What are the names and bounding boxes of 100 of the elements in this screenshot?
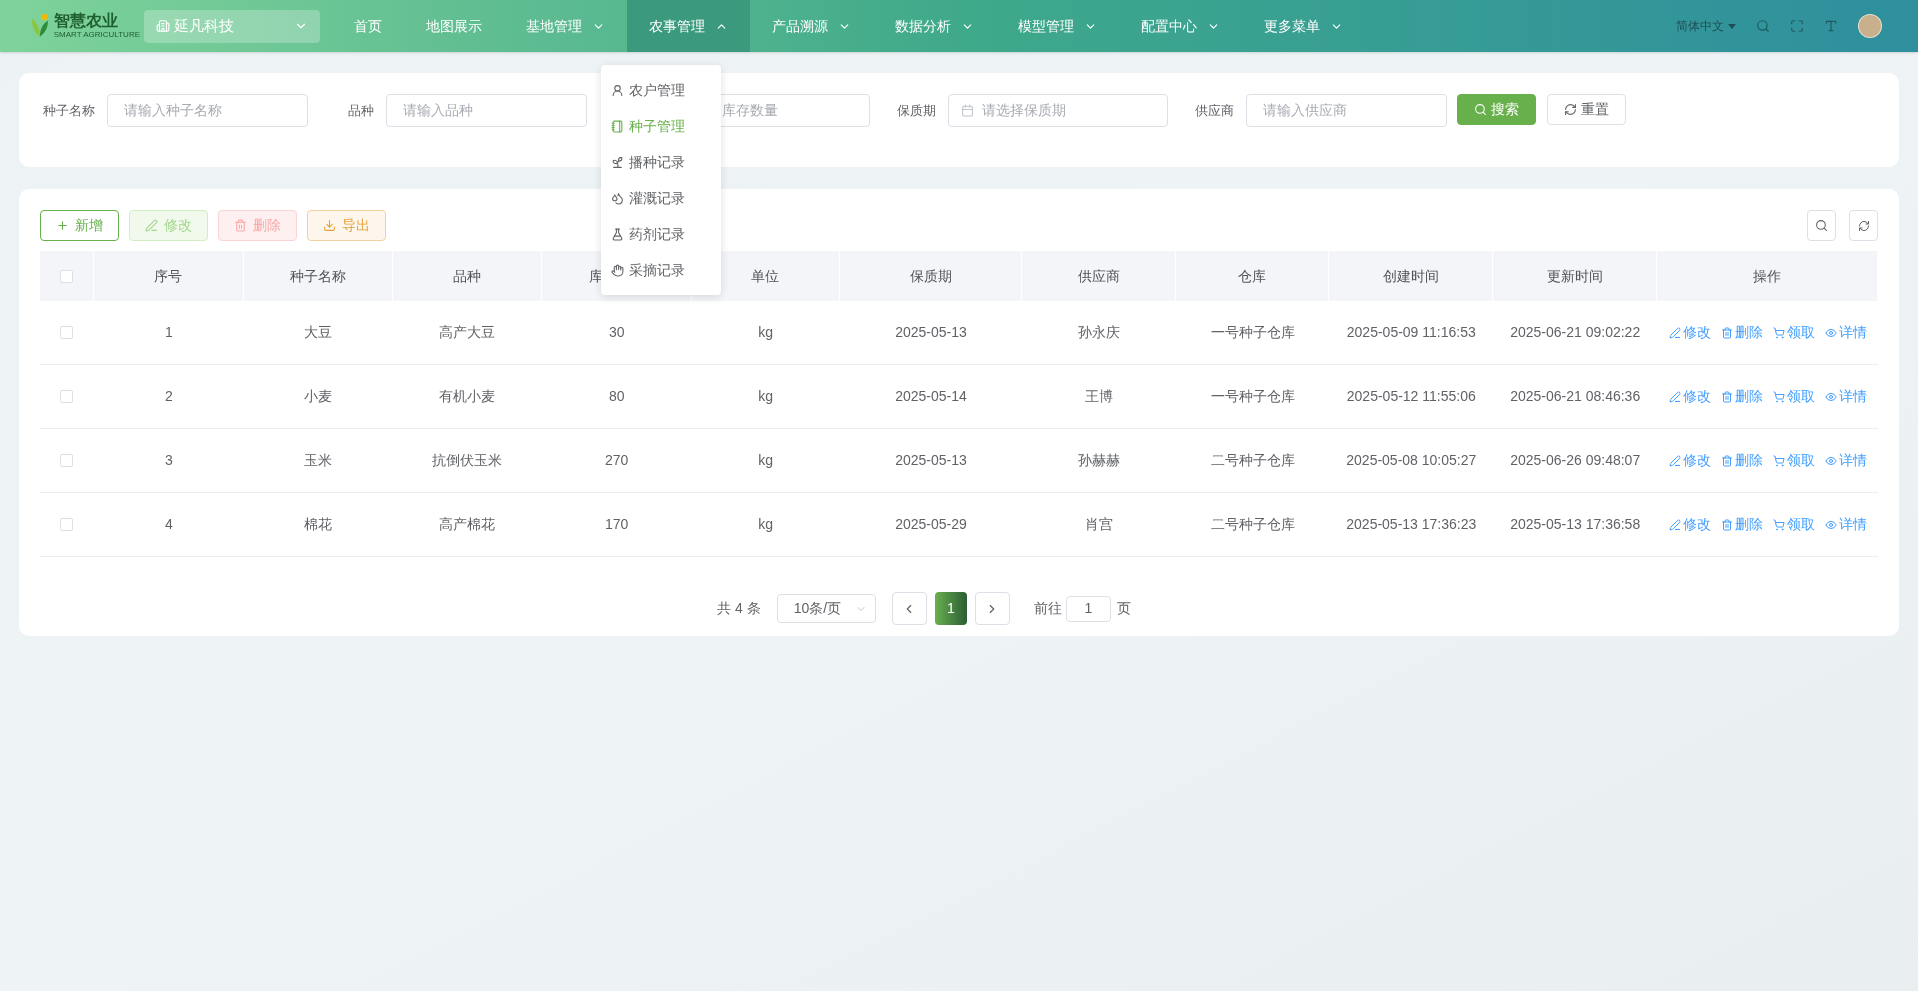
table-cell-text: 2025-05-29 — [895, 515, 967, 534]
previous-page-button[interactable] — [891, 592, 927, 625]
table-cell-text: 270 — [605, 451, 629, 470]
flask-icon — [611, 227, 624, 241]
eye-icon — [1824, 390, 1837, 403]
dropdown-item[interactable]: 灌溉记录 — [601, 180, 721, 216]
search-button[interactable]: 搜索 — [1457, 94, 1536, 125]
row-action-link[interactable]: 详情 — [1824, 386, 1867, 407]
row-checkbox[interactable] — [60, 390, 74, 403]
input-field[interactable]: 请选择保质期 — [948, 94, 1168, 127]
goto-label: 前往 — [1033, 599, 1062, 618]
sprout-icon — [611, 155, 624, 169]
row-action-link[interactable]: 领取 — [1772, 386, 1815, 407]
nav-menu-item[interactable]: 基地管理 — [504, 0, 627, 52]
next-page-button[interactable] — [974, 592, 1010, 625]
nav-menu-item[interactable]: 产品溯源 — [750, 0, 873, 52]
cart-icon — [1772, 326, 1785, 339]
page-number-button[interactable]: 1 — [934, 592, 967, 625]
row-checkbox[interactable] — [60, 454, 74, 467]
row-action-link[interactable]: 修改 — [1668, 514, 1711, 535]
row-action-link[interactable]: 领取 — [1772, 514, 1815, 535]
user-icon — [611, 83, 624, 97]
row-action-link[interactable]: 删除 — [1720, 450, 1763, 471]
calendar-icon — [961, 104, 974, 117]
row-action-link[interactable]: 修改 — [1668, 322, 1711, 343]
table-cell-text: 2 — [165, 387, 173, 406]
add-button[interactable]: 新增 — [40, 210, 119, 241]
total-count: 共 4 条 — [717, 599, 761, 618]
nav-menu-item[interactable]: 首页 — [332, 0, 404, 52]
language-select[interactable]: 简体中文 — [1676, 17, 1736, 35]
dropdown-item[interactable]: 药剂记录 — [601, 216, 721, 252]
row-action-link[interactable]: 删除 — [1720, 322, 1763, 343]
pen-icon — [1668, 454, 1681, 467]
table-cell-text: 一号种子仓库 — [1210, 387, 1295, 406]
plus-icon — [56, 219, 69, 232]
cart-icon — [1772, 518, 1785, 531]
filter-label: 品种 — [348, 101, 374, 120]
logo-title: 智慧农业 — [53, 13, 119, 29]
row-action-link[interactable]: 删除 — [1720, 386, 1763, 407]
avatar-icon[interactable] — [1858, 14, 1882, 38]
droplets-icon — [611, 191, 624, 205]
dropdown-item[interactable]: 采摘记录 — [601, 252, 721, 288]
refresh-button[interactable] — [1849, 210, 1878, 241]
nav-menu-item[interactable]: 数据分析 — [873, 0, 996, 52]
row-checkbox[interactable] — [60, 326, 74, 339]
row-checkbox[interactable] — [60, 518, 74, 531]
row-action-link[interactable]: 领取 — [1772, 450, 1815, 471]
building-icon — [156, 19, 170, 33]
organization-select[interactable]: 延凡科技 — [144, 9, 320, 43]
table-cell-text: 3 — [165, 451, 173, 470]
table-cell-text: 大豆 — [304, 323, 333, 342]
table-cell-text: 高产棉花 — [439, 515, 496, 534]
font-size-icon[interactable] — [1824, 19, 1838, 33]
hand-icon — [611, 263, 624, 277]
table-cell-text: kg — [758, 323, 773, 342]
table-cell-text: 2025-05-08 10:05:27 — [1346, 451, 1477, 470]
nav-menu-item[interactable]: 更多菜单 — [1242, 0, 1365, 52]
input-field[interactable]: 请输入品种 — [386, 94, 587, 127]
page-suffix: 页 — [1116, 599, 1131, 618]
table-cell-text: 抗倒伏玉米 — [432, 451, 503, 470]
input-field[interactable]: 请输入种子名称 — [107, 94, 308, 127]
row-action-link[interactable]: 详情 — [1824, 514, 1867, 535]
nav-menu-item[interactable]: 地图展示 — [404, 0, 504, 52]
search-button[interactable] — [1807, 210, 1836, 241]
nav-menu-item[interactable]: 模型管理 — [996, 0, 1119, 52]
search-icon[interactable] — [1756, 19, 1770, 33]
column-header: 操作 — [1753, 266, 1782, 286]
table-cell-text: kg — [758, 387, 773, 406]
table-cell-text: 2025-05-13 — [895, 451, 967, 470]
table-cell-text: 孙永庆 — [1078, 323, 1121, 342]
row-action-link[interactable]: 详情 — [1824, 322, 1867, 343]
row-action-link[interactable]: 领取 — [1772, 322, 1815, 343]
table-cell-text: 2025-05-14 — [895, 387, 967, 406]
table-cell-text: 30 — [608, 323, 625, 342]
input-field[interactable]: 请输入供应商 — [1246, 94, 1447, 127]
column-header: 库 — [588, 266, 603, 286]
nav-menu-item[interactable]: 农事管理 — [627, 0, 750, 52]
fullscreen-icon[interactable] — [1790, 19, 1804, 33]
table-cell-text: 2025-05-13 — [895, 323, 967, 342]
pen-icon — [1668, 390, 1681, 403]
table-cell-text: 二号种子仓库 — [1210, 451, 1295, 470]
cart-icon — [1772, 454, 1785, 467]
row-action-link[interactable]: 修改 — [1668, 450, 1711, 471]
dropdown-item[interactable]: 播种记录 — [601, 144, 721, 180]
table-cell-text: 王博 — [1085, 387, 1114, 406]
table-cell-text: 4 — [165, 515, 173, 534]
page-size-select[interactable]: 10条/页 — [776, 594, 876, 623]
row-action-link[interactable]: 修改 — [1668, 386, 1711, 407]
column-header: 创建时间 — [1382, 266, 1439, 286]
reset-button[interactable]: 重置 — [1547, 94, 1626, 125]
export-button[interactable]: 导出 — [307, 210, 386, 241]
row-action-link[interactable]: 删除 — [1720, 514, 1763, 535]
filter-label: 供应商 — [1195, 101, 1234, 120]
table-cell-text: 2025-06-21 08:46:36 — [1510, 387, 1641, 406]
select-all-checkbox[interactable] — [60, 269, 73, 283]
table-cell-text: 有机小麦 — [439, 387, 496, 406]
table-cell-text: 1 — [165, 323, 173, 342]
row-action-link[interactable]: 详情 — [1824, 450, 1867, 471]
nav-menu-item[interactable]: 配置中心 — [1119, 0, 1242, 52]
page-input[interactable]: 1 — [1065, 595, 1111, 622]
